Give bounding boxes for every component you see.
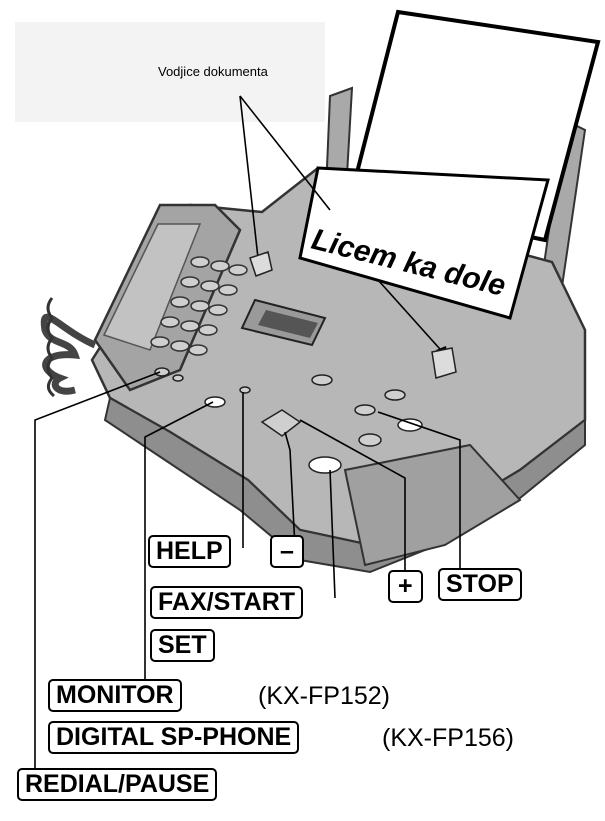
- fax-diagram: Licem ka dole Vodjice dokumenta HELP – +…: [0, 0, 605, 816]
- func-key: [311, 374, 333, 386]
- stop-label: STOP: [438, 568, 522, 601]
- monitor-key: [204, 396, 226, 408]
- help-label: HELP: [148, 535, 231, 568]
- right-guide-clip: [431, 347, 457, 379]
- monitor-model: (KX-FP152): [258, 682, 390, 710]
- set-key: [354, 404, 376, 416]
- digital-sp-phone-label: DIGITAL SP-PHONE: [48, 721, 300, 754]
- help-key: [239, 386, 251, 394]
- redial-pause-label: REDIAL/PAUSE: [17, 768, 218, 801]
- document-guides-caption: Vodjice dokumenta: [158, 64, 268, 79]
- plus-label: +: [388, 570, 423, 603]
- monitor-label: MONITOR: [48, 679, 182, 712]
- redial-key: [154, 367, 170, 377]
- func-key-2: [384, 389, 406, 401]
- set-label: SET: [150, 629, 215, 662]
- fax-start-label: FAX/START: [150, 586, 304, 619]
- aux-key: [172, 374, 184, 382]
- fax-start-key: [308, 456, 342, 474]
- func-key-3: [358, 433, 382, 447]
- minus-label: –: [270, 535, 304, 568]
- digital-sp-phone-model: (KX-FP156): [382, 724, 514, 752]
